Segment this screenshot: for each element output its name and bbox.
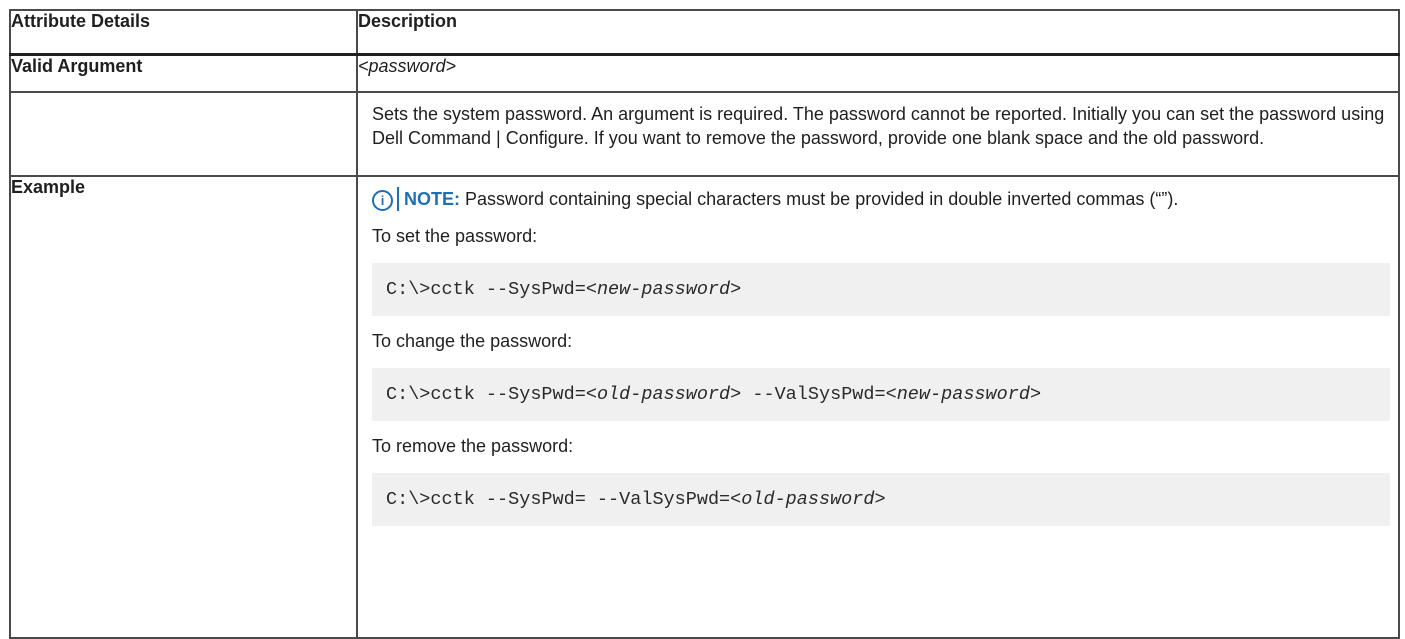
remove-cmd-prefix: C:\>cctk --SysPwd= --ValSysPwd=< (386, 489, 742, 510)
change-cmd-arg-new: new-password (896, 384, 1030, 405)
table-row-description: Sets the system password. An argument is… (9, 91, 1400, 177)
table-header-row: Attribute Details Description (9, 9, 1400, 56)
remove-password-code-block: C:\>cctk --SysPwd= --ValSysPwd=<old-pass… (372, 473, 1390, 526)
set-password-intro: To set the password: (372, 226, 538, 246)
change-cmd-prefix: C:\>cctk --SysPwd=< (386, 384, 597, 405)
remove-password-intro: To remove the password: (372, 436, 574, 456)
change-password-intro: To change the password: (372, 331, 573, 351)
description-label-cell (9, 91, 358, 177)
note-text: Password containing special characters m… (460, 189, 1179, 209)
info-circle-icon: i (372, 190, 393, 211)
table-row-valid-argument: Valid Argument <password> (9, 53, 1400, 93)
note-body: NOTE: Password containing special charac… (397, 187, 1178, 211)
set-cmd-arg: new-password (596, 279, 731, 300)
attribute-table: Attribute Details Description Valid Argu… (9, 9, 1400, 639)
remove-cmd-suffix: > (874, 489, 886, 510)
description-text: Sets the system password. An argument is… (372, 104, 1385, 148)
set-cmd-prefix: C:\>cctk --SysPwd=< (386, 279, 597, 300)
set-cmd-suffix: > (730, 279, 742, 300)
change-password-code-block: C:\>cctk --SysPwd=<old-password> --ValSy… (372, 368, 1390, 421)
change-cmd-middle: > --ValSysPwd=< (730, 384, 897, 405)
change-cmd-arg-old: old-password (596, 384, 731, 405)
valid-argument-value: <password> (358, 55, 457, 76)
set-password-code-block: C:\>cctk --SysPwd=<new-password> (372, 263, 1390, 316)
header-attribute-details: Attribute Details (9, 9, 358, 56)
change-cmd-suffix: > (1029, 384, 1042, 405)
example-cell: i NOTE: Password containing special char… (356, 175, 1400, 639)
valid-argument-label: Valid Argument (9, 53, 358, 93)
description-cell: Sets the system password. An argument is… (356, 91, 1400, 177)
table-row-example: Example i NOTE: Password containing spec… (9, 175, 1400, 639)
example-label: Example (9, 175, 358, 639)
remove-cmd-arg: old-password (741, 489, 875, 510)
header-description: Description (356, 9, 1400, 56)
note-label: NOTE: (404, 189, 460, 209)
valid-argument-value-cell: <password> (356, 53, 1400, 93)
note-callout: i NOTE: Password containing special char… (372, 187, 1352, 211)
